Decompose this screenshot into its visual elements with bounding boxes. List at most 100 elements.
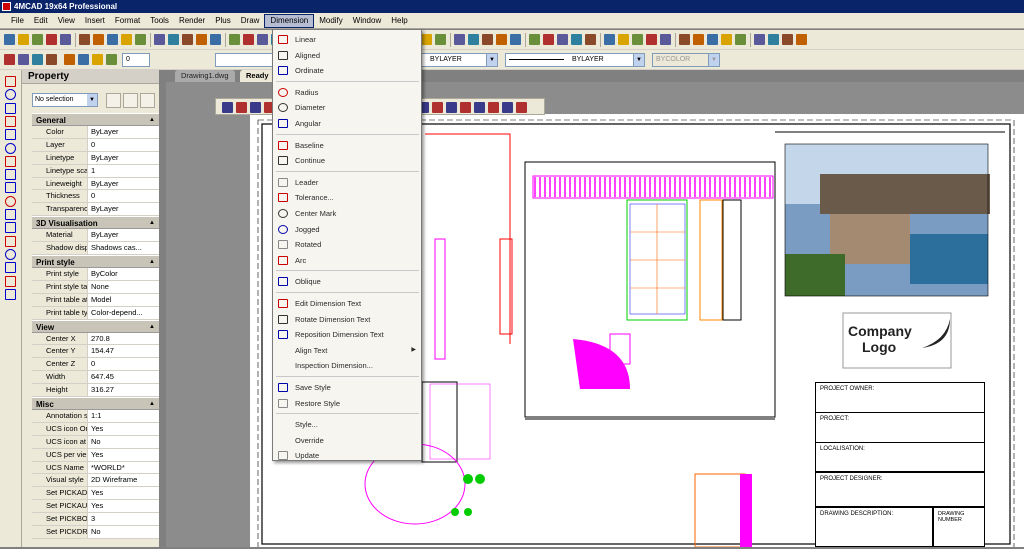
property-row[interactable]: Set PICKDR...No <box>32 526 159 539</box>
property-value[interactable]: ByLayer <box>88 126 159 138</box>
menu-dimension[interactable]: Dimension <box>264 13 315 28</box>
property-value[interactable]: Model <box>88 293 159 306</box>
draw-tool-icon[interactable] <box>5 182 16 194</box>
toolbar-tool-icon[interactable] <box>4 34 15 45</box>
draw-tool-icon[interactable] <box>5 115 16 127</box>
menu-item-center-mark[interactable]: Center Mark <box>273 206 421 221</box>
menu-file[interactable]: File <box>6 14 29 28</box>
property-value[interactable]: 647.45 <box>88 371 159 384</box>
property-row[interactable]: Center X 270.8 <box>32 332 159 346</box>
draw-tool-icon[interactable] <box>5 235 16 247</box>
property-value[interactable]: Shadows cas... <box>88 242 159 255</box>
toolbar-tool-icon[interactable] <box>468 34 479 45</box>
menu-item-style[interactable]: Style... <box>273 417 421 432</box>
toolbar-tool-icon[interactable] <box>543 34 554 45</box>
toolbar-tool-icon[interactable] <box>510 34 521 45</box>
menu-item-rotate-dimension-text[interactable]: Rotate Dimension Text <box>273 312 421 327</box>
menu-item-linear[interactable]: Linear <box>273 32 421 47</box>
menu-item-continue[interactable]: Continue <box>273 153 421 168</box>
dimension-tool-icon[interactable] <box>502 102 513 113</box>
dimension-tool-icon[interactable] <box>432 102 443 113</box>
collapse-icon[interactable]: ▲ <box>149 321 155 334</box>
property-value[interactable]: Yes <box>88 422 159 435</box>
property-row[interactable]: UCS Name *WORLD* <box>32 461 159 475</box>
dimension-tool-icon[interactable] <box>222 102 233 113</box>
property-value[interactable]: Yes <box>88 500 159 513</box>
toolbar-tool-icon[interactable] <box>660 34 671 45</box>
menu-edit[interactable]: Edit <box>29 14 53 28</box>
toolbar-tool-icon[interactable] <box>60 34 71 45</box>
toolbar-tool-icon[interactable] <box>618 34 629 45</box>
property-value[interactable]: 0 <box>88 138 159 151</box>
property-value[interactable]: 0 <box>88 190 159 203</box>
menu-item-save-style[interactable]: Save Style <box>273 380 421 395</box>
toolbar-tool-icon[interactable] <box>182 34 193 45</box>
draw-tool-icon[interactable] <box>5 222 16 234</box>
property-row[interactable]: Material ByLayer <box>32 229 159 243</box>
toolbar-tool-icon[interactable] <box>571 34 582 45</box>
menu-item-oblique[interactable]: Oblique <box>273 274 421 289</box>
draw-tool-icon[interactable] <box>5 169 16 181</box>
toolbar-tool-icon[interactable] <box>210 34 221 45</box>
toolbar-tool-icon[interactable] <box>768 34 779 45</box>
menu-window[interactable]: Window <box>348 14 386 28</box>
property-row[interactable]: Center Y 154.47 <box>32 345 159 359</box>
collapse-icon[interactable]: ▲ <box>149 217 155 230</box>
draw-tool-icon[interactable] <box>5 76 16 87</box>
toolbar-tool-icon[interactable] <box>496 34 507 45</box>
menu-format[interactable]: Format <box>110 14 145 28</box>
draw-tool-icon[interactable] <box>5 102 16 114</box>
menu-item-update[interactable]: Update <box>273 448 421 463</box>
draw-tool-icon[interactable] <box>5 155 16 167</box>
property-value[interactable]: ByLayer <box>88 229 159 242</box>
menu-item-align-text[interactable]: Align Text ▶ <box>273 343 421 358</box>
draw-tool-icon[interactable] <box>5 209 16 220</box>
layer-tool-icon[interactable] <box>106 54 117 65</box>
toolbar-tool-icon[interactable] <box>679 34 690 45</box>
dimension-tool-icon[interactable] <box>446 102 457 113</box>
property-value[interactable]: 0 <box>88 358 159 371</box>
toolbar-tool-icon[interactable] <box>604 34 615 45</box>
color-combo[interactable]: BYCOLOR ▼ <box>652 53 720 67</box>
property-value[interactable]: *WORLD* <box>88 461 159 474</box>
layer-bylayer-combo[interactable]: BYLAYER ▼ <box>418 53 498 67</box>
property-value[interactable]: No <box>88 435 159 448</box>
toolbar-tool-icon[interactable] <box>735 34 746 45</box>
property-row[interactable]: Linetype ByLayer <box>32 151 159 165</box>
property-value[interactable]: ByLayer <box>88 177 159 190</box>
menu-item-baseline[interactable]: Baseline <box>273 138 421 153</box>
menu-item-diameter[interactable]: Diameter <box>273 100 421 115</box>
toolbar-tool-icon[interactable] <box>121 34 132 45</box>
pickadd-toggle-button[interactable] <box>140 93 155 108</box>
menu-draw[interactable]: Draw <box>236 14 265 28</box>
property-value[interactable]: ByColor <box>88 268 159 280</box>
toolbar-tool-icon[interactable] <box>454 34 465 45</box>
property-row[interactable]: Transparency ByLayer <box>32 203 159 217</box>
toolbar-tool-icon[interactable] <box>154 34 165 45</box>
dimension-tool-icon[interactable] <box>474 102 485 113</box>
property-row[interactable]: Center Z0 <box>32 358 159 372</box>
property-row[interactable]: Lineweight ByLayer <box>32 177 159 191</box>
toolbar-tool-icon[interactable] <box>243 34 254 45</box>
chevron-down-icon[interactable]: ▼ <box>633 54 644 66</box>
toolbar-tool-icon[interactable] <box>632 34 643 45</box>
dimension-tool-icon[interactable] <box>488 102 499 113</box>
layer-tool-icon[interactable] <box>18 54 29 65</box>
menu-item-inspection-dimension[interactable]: Inspection Dimension... <box>273 358 421 373</box>
toolbar-tool-icon[interactable] <box>557 34 568 45</box>
property-row[interactable]: UCS icon at ...No <box>32 435 159 449</box>
toolbar-tool-icon[interactable] <box>229 34 240 45</box>
dimension-tool-icon[interactable] <box>236 102 247 113</box>
layer-tool-icon[interactable] <box>64 54 75 65</box>
property-row[interactable]: Annotation s...1:1 <box>32 410 159 423</box>
toolbar-tool-icon[interactable] <box>168 34 179 45</box>
property-value[interactable]: Yes <box>88 487 159 500</box>
property-row[interactable]: Print style tableNone <box>32 280 159 294</box>
toolbar-tool-icon[interactable] <box>107 34 118 45</box>
menu-item-edit-dimension-text[interactable]: Edit Dimension Text <box>273 296 421 311</box>
menu-plus[interactable]: Plus <box>210 14 236 28</box>
property-value[interactable]: 3 <box>88 513 159 526</box>
section-general[interactable]: General ▲ <box>32 113 159 126</box>
property-row[interactable]: Height 316.27 <box>32 384 159 398</box>
toolbar-tool-icon[interactable] <box>482 34 493 45</box>
